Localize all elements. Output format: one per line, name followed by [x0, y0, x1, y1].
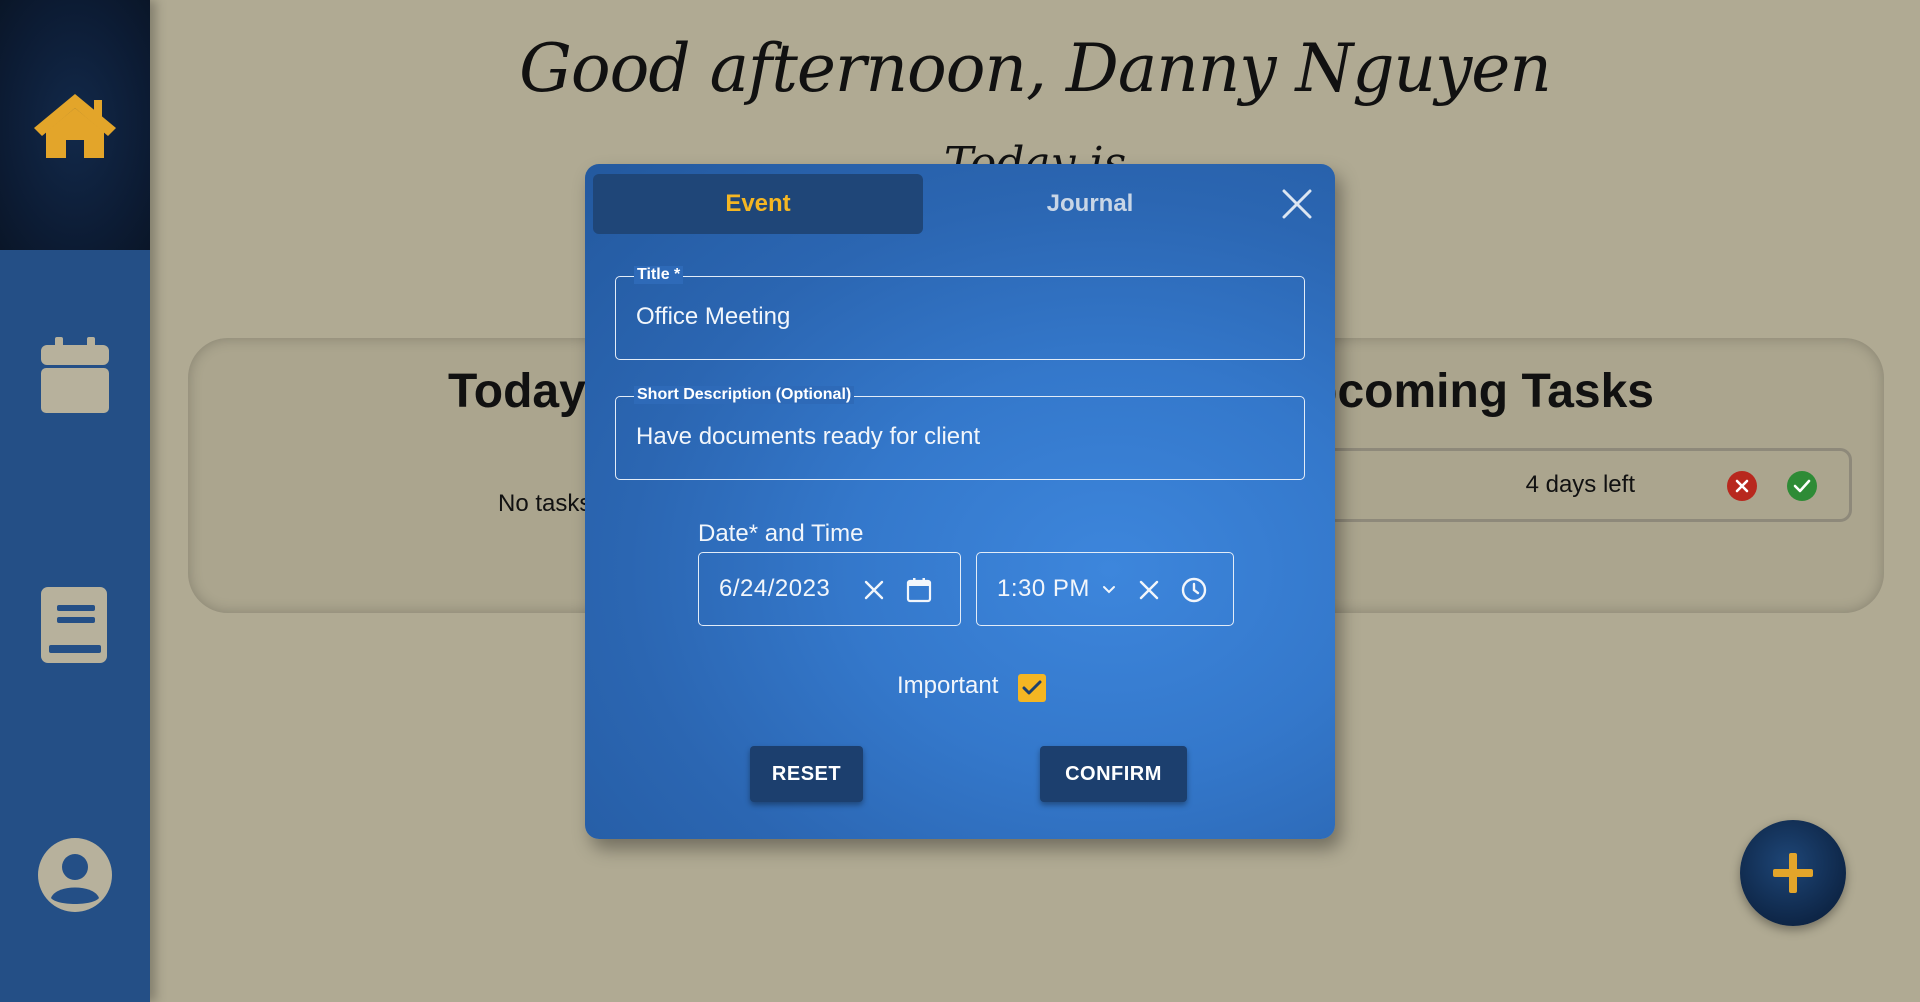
title-field-value: Office Meeting [636, 303, 791, 330]
close-button[interactable] [1279, 186, 1315, 222]
datetime-label: Date* and Time [698, 520, 864, 547]
confirm-button[interactable]: CONFIRM [1040, 746, 1187, 802]
task-reject-button[interactable] [1727, 471, 1757, 501]
user-avatar-icon [38, 838, 112, 912]
task-complete-button[interactable] [1787, 471, 1817, 501]
new-entry-dialog: Event Journal Title * Office Meeting Sho… [585, 164, 1335, 839]
today-empty-text: No tasks [498, 490, 592, 517]
clear-date-icon[interactable] [859, 575, 889, 605]
task-days-left: 4 days left [1525, 471, 1635, 498]
add-button[interactable] [1740, 820, 1846, 926]
sidebar-item-home[interactable] [0, 0, 150, 250]
greeting-heading: Good afternoon, Danny Nguyen [519, 30, 1552, 107]
clock-icon[interactable] [1179, 575, 1209, 605]
title-field-label: Title * [634, 266, 684, 284]
sidebar-item-calendar[interactable] [0, 250, 150, 500]
tab-event[interactable]: Event [593, 174, 923, 234]
calendar-icon [41, 337, 109, 413]
title-field[interactable]: Title * Office Meeting [615, 266, 1305, 360]
check-icon [1022, 680, 1042, 695]
description-field-value: Have documents ready for client [636, 423, 981, 450]
important-checkbox[interactable] [1018, 674, 1046, 702]
date-picker[interactable]: 6/24/2023 [698, 552, 961, 626]
reset-button[interactable]: RESET [750, 746, 863, 802]
journal-book-icon [41, 587, 107, 663]
home-icon [34, 94, 116, 158]
today-title: Today [448, 365, 586, 418]
time-picker[interactable]: 1:30 PM [976, 552, 1234, 626]
plus-icon [1773, 853, 1813, 893]
check-circle-icon [1793, 479, 1811, 493]
date-value: 6/24/2023 [719, 575, 831, 602]
tab-journal[interactable]: Journal [925, 174, 1255, 234]
sidebar-item-profile[interactable] [0, 750, 150, 1000]
description-field-label: Short Description (Optional) [634, 386, 855, 404]
sidebar-item-journal[interactable] [0, 500, 150, 750]
close-circle-icon [1735, 479, 1749, 493]
clear-time-icon[interactable] [1134, 575, 1164, 605]
important-label: Important [897, 672, 999, 699]
description-field[interactable]: Short Description (Optional) Have docume… [615, 386, 1305, 480]
close-icon [1282, 189, 1312, 219]
chevron-down-icon[interactable] [1094, 575, 1124, 605]
time-value: 1:30 PM [997, 575, 1090, 602]
calendar-icon[interactable] [904, 575, 934, 605]
sidebar [0, 0, 150, 1002]
